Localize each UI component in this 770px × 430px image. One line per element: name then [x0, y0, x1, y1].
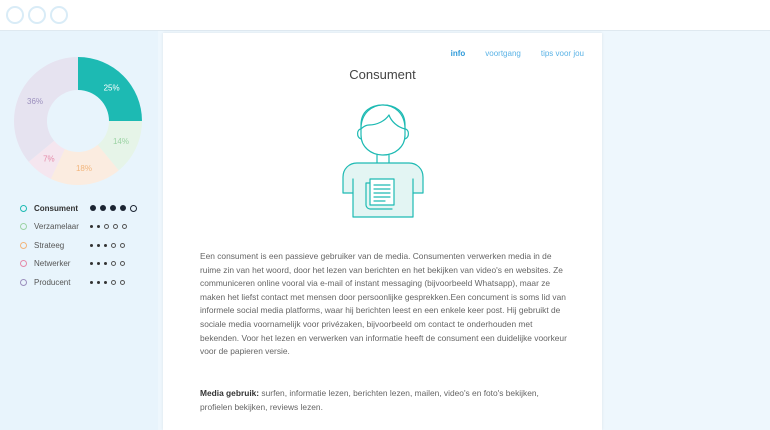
tab-tips-voor-jou[interactable]: tips voor jou	[541, 49, 584, 58]
legend-item-netwerker[interactable]: Netwerker	[20, 255, 152, 274]
donut-label-producent: 36%	[27, 97, 43, 106]
score-dots	[90, 279, 125, 285]
window-dot-2[interactable]	[28, 6, 46, 24]
legend-label: Netwerker	[34, 259, 71, 269]
page-title: Consument	[349, 67, 416, 82]
window-dot-3[interactable]	[50, 6, 68, 24]
score-dots	[90, 261, 125, 267]
card-tabs: info voortgang tips voor jou	[451, 49, 584, 58]
donut-label-consument: 25%	[104, 83, 120, 92]
legend-label: Strateeg	[34, 240, 65, 250]
media-usage: Media gebruik: surfen, informatie lezen,…	[200, 387, 568, 414]
consumer-person-icon	[342, 104, 424, 218]
legend-ring-icon	[20, 204, 27, 212]
tab-voortgang[interactable]: voortgang	[485, 49, 521, 58]
legend-item-producent[interactable]: Producent	[20, 273, 152, 292]
legend-ring-icon	[20, 278, 27, 286]
legend-ring-icon	[20, 223, 27, 231]
media-usage-label: Media gebruik:	[200, 388, 260, 398]
legend-label: Verzamelaar	[34, 222, 79, 232]
window-titlebar	[0, 0, 770, 31]
legend-label: Consument	[34, 203, 78, 213]
profile-legend: Consument Verzamelaar Strateeg Netwerker	[20, 199, 152, 292]
legend-label: Producent	[34, 277, 71, 287]
score-dots	[90, 242, 125, 248]
donut-label-strateeg: 18%	[76, 164, 92, 173]
profile-description: Een consument is een passieve gebruiker …	[200, 251, 567, 357]
legend-ring-icon	[20, 241, 27, 249]
score-dots	[90, 224, 127, 230]
donut-label-verzamelaar: 14%	[113, 137, 129, 146]
legend-ring-icon	[20, 260, 27, 268]
legend-item-strateeg[interactable]: Strateeg	[20, 236, 152, 255]
score-dots	[90, 204, 137, 212]
donut-label-netwerker: 7%	[43, 155, 55, 164]
legend-item-consument[interactable]: Consument	[20, 199, 152, 218]
sidebar: 25% 14% 18% 7% 36% Consument Verzamelaar Str…	[0, 31, 158, 430]
legend-item-verzamelaar[interactable]: Verzamelaar	[20, 218, 152, 237]
profile-card: info voortgang tips voor jou Consument E…	[163, 33, 602, 430]
tab-info[interactable]: info	[451, 49, 466, 58]
profile-donut-chart: 25% 14% 18% 7% 36%	[14, 57, 142, 185]
donut-slice-producent[interactable]	[14, 57, 78, 162]
window-dot-1[interactable]	[6, 6, 24, 24]
